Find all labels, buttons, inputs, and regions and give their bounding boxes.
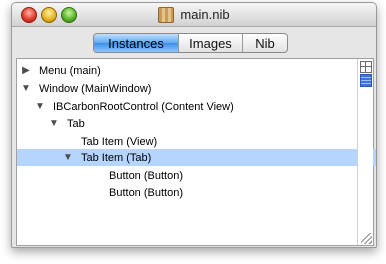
segmented-control: Instances Images Nib <box>93 33 288 53</box>
tree-row-label: Button (Button) <box>109 186 183 199</box>
tree-row-label: Menu (main) <box>39 64 101 77</box>
disclosure-triangle-icon[interactable]: ▼ <box>49 118 59 129</box>
tree-row-label: IBCarbonRootControl (Content View) <box>53 100 234 113</box>
tab-nib[interactable]: Nib <box>243 34 287 52</box>
outline-view-toggle-icon[interactable] <box>360 74 372 87</box>
tree-row[interactable]: ▼ Tab <box>17 115 376 132</box>
instances-outline[interactable]: ▶ Menu (main) ▼ Window (MainWindow) ▼ IB… <box>16 58 376 246</box>
tree-row-label: Tab <box>67 117 85 130</box>
tree-row[interactable]: Button (Button) <box>17 184 376 201</box>
tree-row[interactable]: ▼ Window (MainWindow) <box>17 80 361 97</box>
tree-row-label: Tab Item (Tab) <box>81 151 152 164</box>
title-wrap: main.nib <box>12 3 376 26</box>
tree-row[interactable]: Tab Item (View) <box>17 133 376 150</box>
tree-row[interactable]: Button (Button) <box>17 167 376 184</box>
disclosure-triangle-icon[interactable]: ▼ <box>63 152 73 163</box>
tab-images[interactable]: Images <box>179 34 243 52</box>
title-bar[interactable]: main.nib <box>12 3 376 27</box>
tree-row[interactable]: ▶ Menu (main) <box>17 62 361 79</box>
nib-file-icon <box>158 6 175 23</box>
disclosure-triangle-icon[interactable]: ▶ <box>21 65 31 76</box>
disclosure-triangle-icon[interactable]: ▼ <box>21 83 31 94</box>
tree-row-label: Window (MainWindow) <box>39 82 152 95</box>
tree-row-label: Tab Item (View) <box>81 135 158 148</box>
tab-instances[interactable]: Instances <box>94 34 179 52</box>
view-mode-column <box>357 59 373 245</box>
window-title: main.nib <box>180 7 230 22</box>
disclosure-triangle-icon[interactable]: ▼ <box>35 101 45 112</box>
icon-view-toggle-icon[interactable] <box>360 61 372 73</box>
resize-grip-icon[interactable] <box>361 233 372 244</box>
tree-row-selected[interactable]: ▼ Tab Item (Tab) <box>17 149 376 166</box>
nib-window: main.nib Instances Images Nib ▶ Menu (ma… <box>11 2 377 248</box>
tab-strip: Instances Images Nib <box>12 27 376 57</box>
tree-row[interactable]: ▼ IBCarbonRootControl (Content View) <box>17 98 375 115</box>
tree-row-label: Button (Button) <box>109 169 183 182</box>
